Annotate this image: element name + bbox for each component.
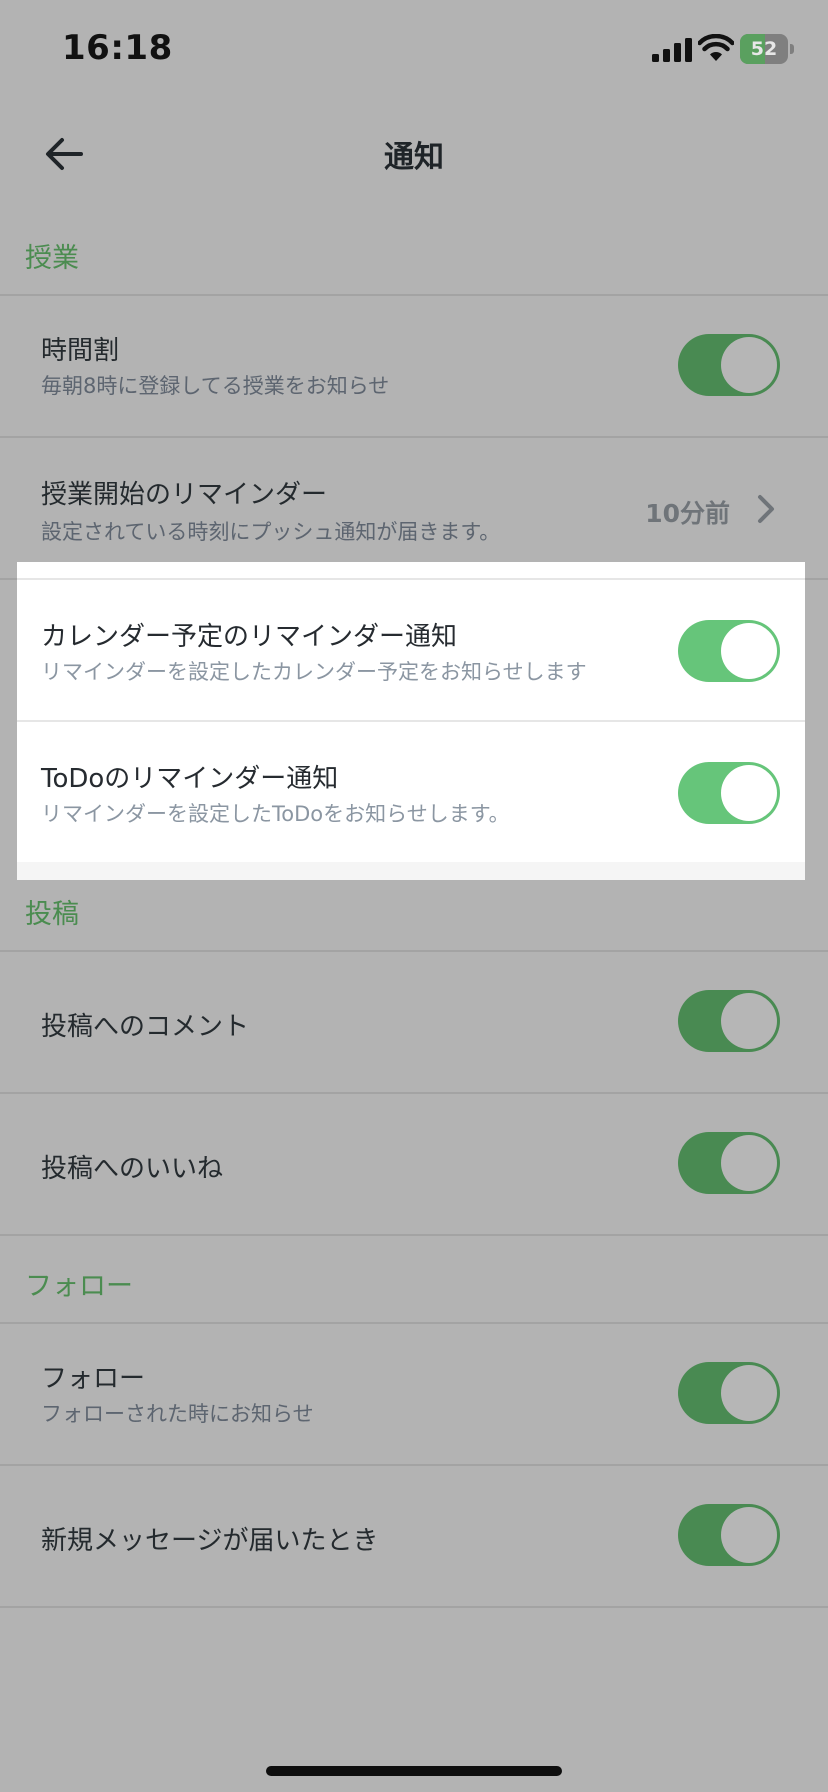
toggle-knob	[721, 1135, 777, 1191]
toggle-knob	[721, 1365, 777, 1421]
setting-row-timetable[interactable]: 時間割 毎朝8時に登録してる授業をお知らせ	[0, 296, 828, 438]
toggle-knob	[721, 1507, 777, 1563]
navigation-bar: 通知	[0, 104, 828, 204]
page-title: 通知	[384, 140, 444, 175]
toggle-knob	[721, 337, 777, 393]
post-like-title: 投稿へのいいね	[41, 1154, 224, 1184]
timetable-toggle[interactable]	[678, 334, 780, 396]
setting-row-post-like[interactable]: 投稿へのいいね	[0, 1094, 828, 1236]
home-indicator[interactable]	[266, 1766, 562, 1776]
setting-row-post-comment[interactable]: 投稿へのコメント	[0, 952, 828, 1094]
todo-reminder-title: ToDoのリマインダー通知	[41, 764, 339, 794]
spotlight-panel: カレンダー予定のリマインダー通知 リマインダーを設定したカレンダー予定をお知らせ…	[17, 562, 805, 880]
battery-tip	[790, 44, 794, 54]
section-header-follow: フォロー	[0, 1236, 828, 1324]
setting-row-todo-reminder[interactable]: ToDoのリマインダー通知 リマインダーを設定したToDoをお知らせします。	[17, 720, 805, 862]
chevron-right-icon	[758, 495, 774, 523]
toggle-knob	[721, 993, 777, 1049]
toggle-knob	[721, 765, 777, 821]
class-reminder-title: 授業開始のリマインダー	[41, 480, 328, 510]
section-header-class: 授業	[0, 208, 828, 296]
calendar-reminder-toggle[interactable]	[678, 620, 780, 682]
timetable-subtitle: 毎朝8時に登録してる授業をお知らせ	[41, 374, 390, 398]
wifi-icon	[698, 34, 734, 61]
cellular-signal-icon	[652, 38, 692, 62]
timetable-title: 時間割	[41, 336, 120, 366]
section-title-posts: 投稿	[25, 899, 79, 930]
todo-reminder-toggle[interactable]	[678, 762, 780, 824]
follow-title: フォロー	[41, 1364, 146, 1394]
section-title-follow: フォロー	[25, 1271, 133, 1302]
calendar-reminder-subtitle: リマインダーを設定したカレンダー予定をお知らせします	[41, 660, 587, 684]
battery-body: 52	[740, 34, 788, 64]
new-message-title: 新規メッセージが届いたとき	[41, 1526, 379, 1556]
new-message-toggle[interactable]	[678, 1504, 780, 1566]
follow-subtitle: フォローされた時にお知らせ	[41, 1402, 314, 1426]
section-title-class: 授業	[25, 243, 79, 274]
status-time: 16:18	[62, 28, 173, 68]
post-comment-toggle[interactable]	[678, 990, 780, 1052]
setting-row-new-message[interactable]: 新規メッセージが届いたとき	[0, 1466, 828, 1608]
class-reminder-subtitle: 設定されている時刻にプッシュ通知が届きます。	[41, 520, 501, 544]
section-header-posts: 投稿	[0, 864, 828, 952]
post-comment-title: 投稿へのコメント	[41, 1012, 250, 1042]
setting-row-class-reminder[interactable]: 授業開始のリマインダー 設定されている時刻にプッシュ通知が届きます。 10分前	[0, 438, 828, 580]
setting-row-calendar-reminder[interactable]: カレンダー予定のリマインダー通知 リマインダーを設定したカレンダー予定をお知らせ…	[17, 578, 805, 720]
setting-row-follow[interactable]: フォロー フォローされた時にお知らせ	[0, 1324, 828, 1466]
follow-toggle[interactable]	[678, 1362, 780, 1424]
calendar-reminder-title: カレンダー予定のリマインダー通知	[41, 622, 458, 652]
battery-level-text: 52	[750, 38, 778, 60]
status-bar: 16:18 52	[0, 0, 828, 100]
class-reminder-value: 10分前	[645, 499, 730, 528]
post-like-toggle[interactable]	[678, 1132, 780, 1194]
battery-icon: 52	[740, 34, 794, 64]
todo-reminder-subtitle: リマインダーを設定したToDoをお知らせします。	[41, 802, 510, 826]
toggle-knob	[721, 623, 777, 679]
